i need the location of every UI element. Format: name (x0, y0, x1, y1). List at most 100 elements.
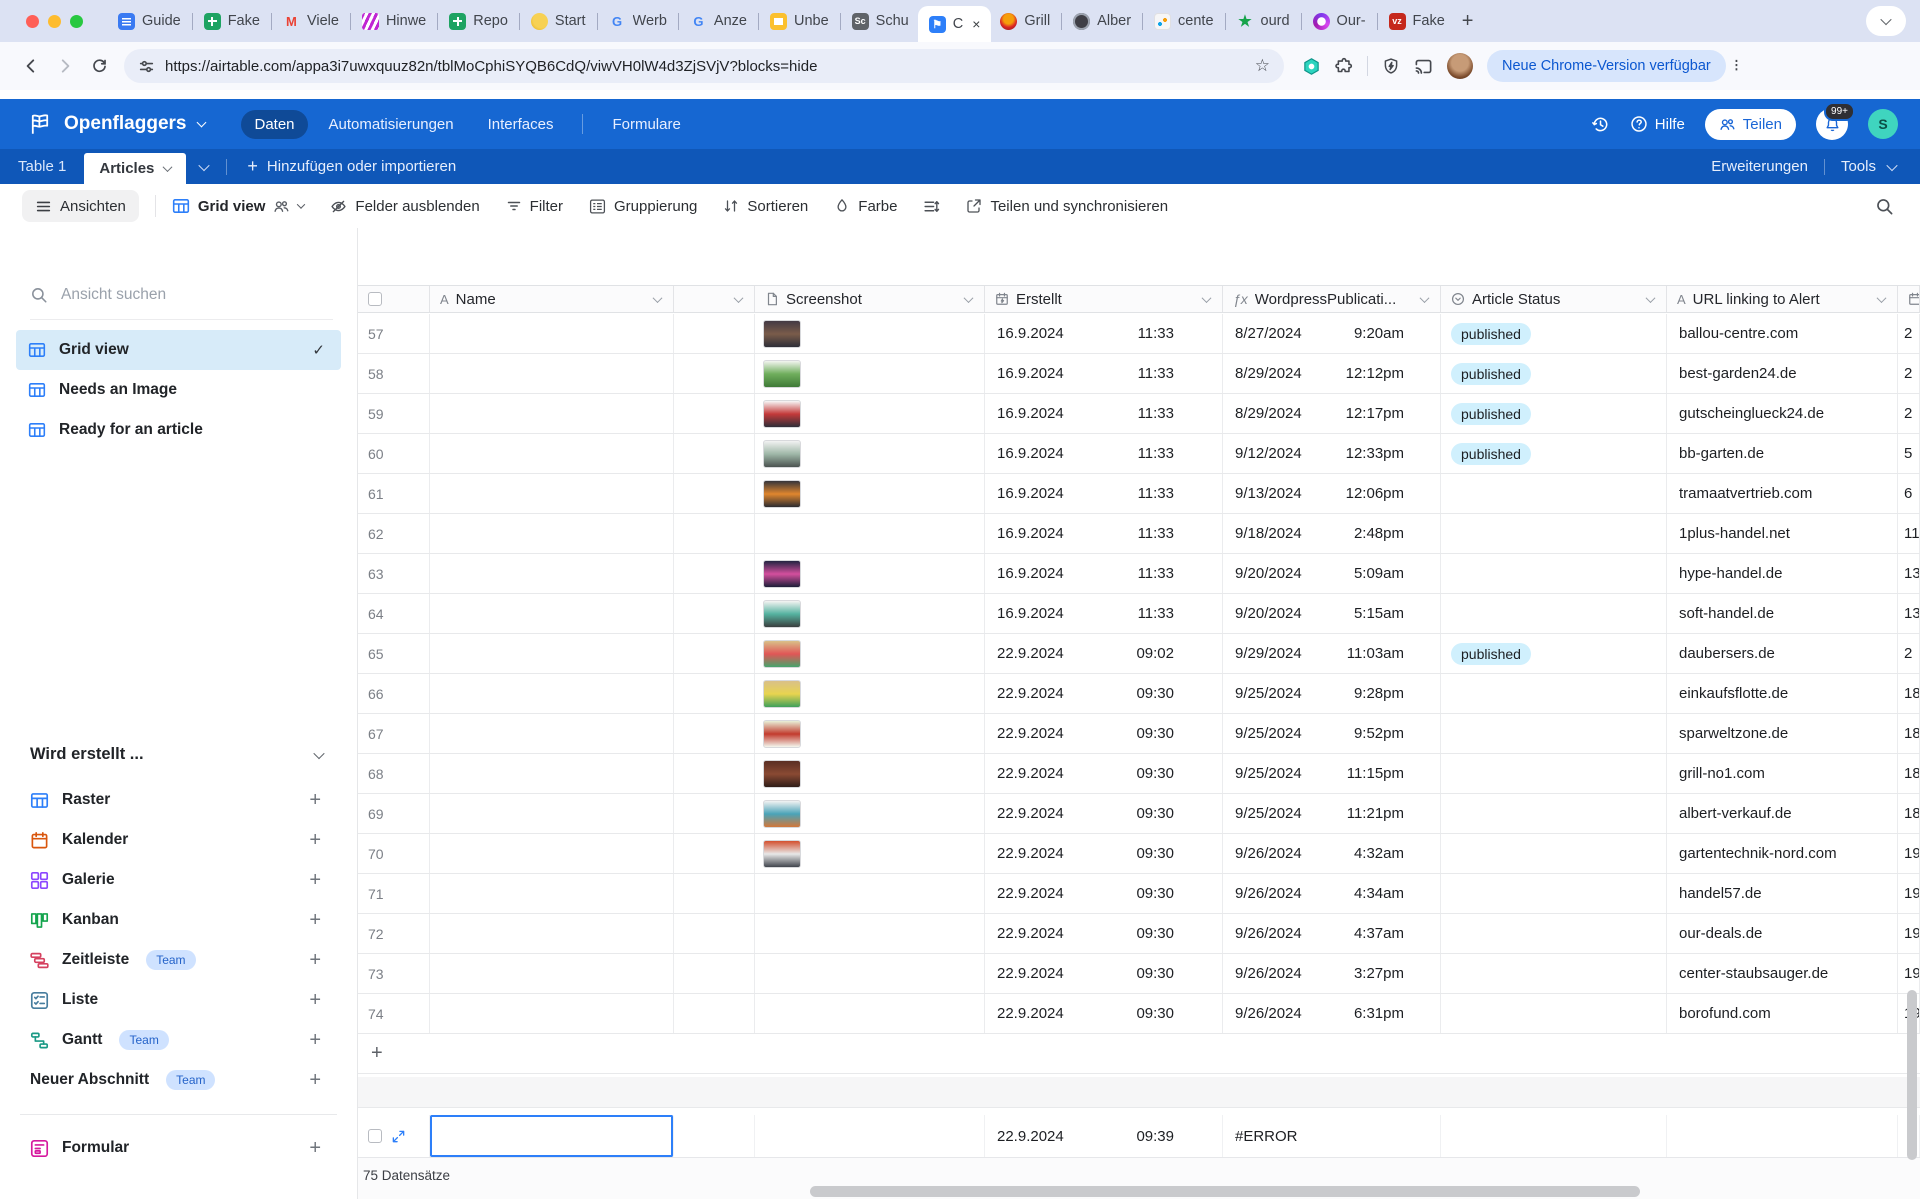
browser-tab[interactable]: vzFake (1380, 0, 1454, 42)
reload-button[interactable] (82, 49, 116, 83)
expand-record-icon[interactable] (391, 1129, 406, 1144)
create-item-raster[interactable]: Raster+ (0, 780, 357, 820)
chevron-down-icon[interactable] (1646, 293, 1656, 303)
forward-button[interactable] (48, 49, 82, 83)
url-cell[interactable]: tramaatvertrieb.com (1667, 474, 1898, 513)
sort-button[interactable]: Sortieren (723, 198, 808, 215)
hide-fields-button[interactable]: Felder ausblenden (330, 198, 479, 215)
screenshot-cell[interactable] (755, 634, 985, 673)
screenshot-cell[interactable] (755, 554, 985, 593)
chevron-down-icon[interactable] (653, 293, 663, 303)
nav-formulare[interactable]: Formulare (599, 110, 693, 139)
view-search-input[interactable] (61, 286, 261, 304)
plus-icon[interactable]: + (309, 789, 321, 812)
plus-icon[interactable]: + (309, 1137, 321, 1160)
table-list-chevron-button[interactable] (186, 149, 222, 184)
plus-icon[interactable]: + (309, 989, 321, 1012)
views-sidebar-toggle[interactable]: Ansichten (22, 190, 139, 222)
name-cell[interactable] (430, 954, 674, 993)
created-cell[interactable]: 22.9.202409:30 (985, 994, 1223, 1033)
checkbox[interactable] (368, 1129, 382, 1143)
browser-profile-avatar[interactable] (1447, 53, 1473, 79)
name-cell[interactable] (430, 874, 674, 913)
wordpress-cell[interactable]: 9/26/20244:34am (1223, 874, 1441, 913)
selected-name-cell[interactable] (430, 1115, 674, 1157)
group-button[interactable]: Gruppierung (589, 198, 697, 215)
name-cell[interactable] (430, 714, 674, 753)
wordpress-cell[interactable]: 9/25/202411:21pm (1223, 794, 1441, 833)
created-cell[interactable]: 22.9.202409:30 (985, 754, 1223, 793)
url-cell[interactable] (1667, 1115, 1898, 1157)
hidden-cell[interactable] (674, 354, 755, 393)
screenshot-cell[interactable] (755, 1115, 985, 1157)
plus-icon[interactable]: + (309, 949, 321, 972)
url-cell[interactable]: grill-no1.com (1667, 754, 1898, 793)
hidden-cell[interactable] (674, 994, 755, 1033)
tab-table-1[interactable]: Table 1 (0, 149, 84, 184)
extensions-button[interactable]: Erweiterungen (1711, 158, 1808, 175)
hidden-cell[interactable] (674, 674, 755, 713)
shield-lightning-icon[interactable] (1382, 57, 1400, 75)
hidden-cell[interactable] (674, 714, 755, 753)
hidden-cell[interactable] (674, 394, 755, 433)
screenshot-cell[interactable] (755, 794, 985, 833)
hidden-cell[interactable] (674, 914, 755, 953)
chevron-down-icon[interactable] (163, 162, 173, 172)
hidden-cell[interactable] (674, 434, 755, 473)
created-cell[interactable]: 22.9.202409:30 (985, 954, 1223, 993)
wordpress-cell[interactable]: 9/18/20242:48pm (1223, 514, 1441, 553)
hidden-cell[interactable] (674, 794, 755, 833)
address-bar[interactable]: https://airtable.com/appa3i7uwxquuz82n/t… (124, 49, 1284, 83)
column-header-date[interactable] (1898, 286, 1920, 312)
browser-tab[interactable]: cente (1145, 0, 1222, 42)
hidden-cell[interactable] (674, 874, 755, 913)
header-checkbox-cell[interactable] (358, 286, 430, 312)
table-row[interactable]: 6922.9.202409:309/25/202411:21pmalbert-v… (358, 794, 1920, 834)
sidebar-view-item[interactable]: Ready for an article (16, 410, 341, 450)
wordpress-cell[interactable]: 9/26/20243:27pm (1223, 954, 1441, 993)
name-cell[interactable] (430, 794, 674, 833)
table-row[interactable]: 6416.9.202411:339/20/20245:15amsoft-hand… (358, 594, 1920, 634)
add-record-row[interactable]: + (358, 1034, 1920, 1074)
browser-tab-active[interactable]: ⚑C× (918, 6, 992, 42)
browser-tab[interactable]: GWerb (600, 0, 676, 42)
created-cell[interactable]: 22.9.202409:30 (985, 914, 1223, 953)
notifications-button[interactable]: 99+ (1816, 108, 1848, 140)
wordpress-cell[interactable]: 9/29/202411:03am (1223, 634, 1441, 673)
browser-tab[interactable]: Fake (195, 0, 269, 42)
hidden-cell[interactable] (674, 1115, 755, 1157)
wordpress-cell[interactable]: 9/13/202412:06pm (1223, 474, 1441, 513)
table-row[interactable]: 6316.9.202411:339/20/20245:09amhype-hand… (358, 554, 1920, 594)
nav-interfaces[interactable]: Interfaces (475, 110, 567, 139)
table-row[interactable]: 6016.9.202411:339/12/202412:33pmpublishe… (358, 434, 1920, 474)
url-cell[interactable]: best-garden24.de (1667, 354, 1898, 393)
plus-icon[interactable]: + (309, 869, 321, 892)
table-row[interactable]: 6116.9.202411:339/13/202412:06pmtramaatv… (358, 474, 1920, 514)
name-cell[interactable] (430, 994, 674, 1033)
url-cell[interactable]: daubersers.de (1667, 634, 1898, 673)
wordpress-cell[interactable]: 9/25/20249:52pm (1223, 714, 1441, 753)
table-row[interactable]: 7022.9.202409:309/26/20244:32amgartentec… (358, 834, 1920, 874)
close-icon[interactable]: × (972, 16, 980, 32)
hidden-cell[interactable] (674, 954, 755, 993)
extensions-puzzle-icon[interactable] (1335, 57, 1353, 75)
status-cell[interactable] (1441, 754, 1667, 793)
browser-tab[interactable]: Repo (440, 0, 517, 42)
extension-hexagon-icon[interactable] (1302, 57, 1321, 76)
table-row[interactable]: 7322.9.202409:309/26/20243:27pmcenter-st… (358, 954, 1920, 994)
hidden-cell[interactable] (674, 314, 755, 353)
created-cell[interactable]: 16.9.202411:33 (985, 474, 1223, 513)
zoom-window-button[interactable] (70, 15, 83, 28)
status-cell[interactable] (1441, 914, 1667, 953)
name-cell[interactable] (430, 674, 674, 713)
active-record-row[interactable]: 22.9.202409:39#ERROR (358, 1115, 1920, 1158)
name-cell[interactable] (430, 914, 674, 953)
browser-tab[interactable]: GAnze (681, 0, 756, 42)
horizontal-scrollbar[interactable] (810, 1186, 1640, 1197)
url-cell[interactable]: center-staubsauger.de (1667, 954, 1898, 993)
created-cell[interactable]: 16.9.202411:33 (985, 514, 1223, 553)
screenshot-cell[interactable] (755, 834, 985, 873)
created-cell[interactable]: 22.9.202409:02 (985, 634, 1223, 673)
name-cell[interactable] (430, 394, 674, 433)
nav-daten[interactable]: Daten (241, 110, 307, 139)
